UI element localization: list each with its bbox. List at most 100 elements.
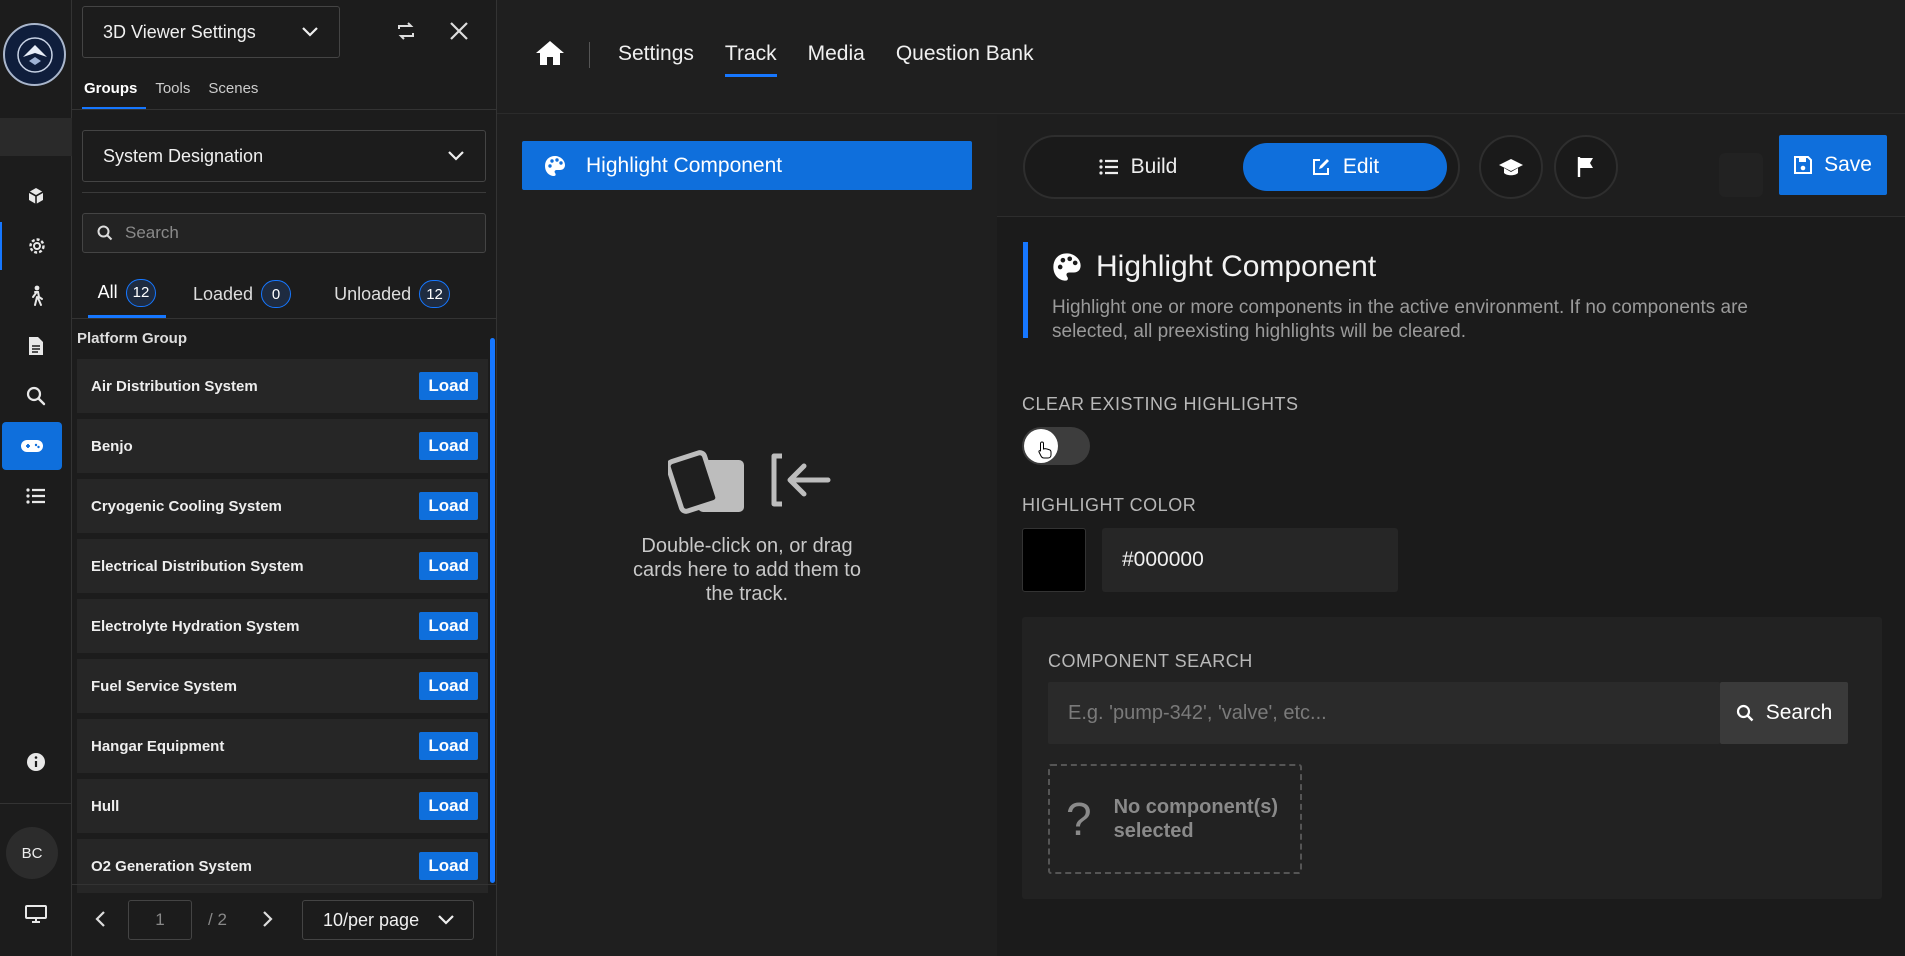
hand-cursor-icon bbox=[1038, 441, 1052, 459]
next-page-icon[interactable] bbox=[262, 910, 274, 928]
nav-question-bank[interactable]: Question Bank bbox=[896, 42, 1034, 77]
list-item: Benjo Load bbox=[77, 419, 488, 473]
load-button[interactable]: Load bbox=[419, 372, 478, 400]
filter-tabs: All 12 Loaded 0 Unloaded 12 bbox=[72, 270, 497, 318]
item-label: O2 Generation System bbox=[91, 857, 252, 875]
color-hex-input[interactable]: #000000 bbox=[1102, 528, 1398, 592]
search-button-label: Search bbox=[1765, 701, 1833, 724]
avatar[interactable]: BC bbox=[6, 827, 58, 879]
panel-tabs: Groups Tools Scenes bbox=[82, 78, 267, 109]
nav-media[interactable]: Media bbox=[808, 42, 865, 77]
system-designation-dropdown[interactable]: System Designation bbox=[82, 130, 486, 182]
highlight-color-label: HIGHLIGHT COLOR bbox=[1022, 495, 1197, 515]
load-button[interactable]: Load bbox=[419, 672, 478, 700]
viewer-settings-dropdown[interactable]: 3D Viewer Settings bbox=[82, 6, 340, 58]
item-label: Electrical Distribution System bbox=[91, 557, 304, 575]
count-badge: 12 bbox=[419, 280, 450, 308]
list-item: Cryogenic Cooling System Load bbox=[77, 479, 488, 533]
system-list: Air Distribution System Load Benjo Load Cr… bbox=[77, 359, 488, 899]
group-title: Platform Group bbox=[77, 330, 188, 347]
refresh-icon[interactable] bbox=[389, 14, 423, 48]
load-button[interactable]: Load bbox=[419, 852, 478, 880]
tab-scenes[interactable]: Scenes bbox=[199, 78, 267, 109]
top-navigation: Settings Track Media Question Bank bbox=[497, 0, 1905, 114]
nav-divider bbox=[589, 42, 590, 68]
load-button[interactable]: Load bbox=[419, 552, 478, 580]
filter-tab-unloaded[interactable]: Unloaded 12 bbox=[318, 270, 466, 318]
list-item: Electrolyte Hydration System Load bbox=[77, 599, 488, 653]
item-label: Electrolyte Hydration System bbox=[91, 617, 300, 635]
per-page-label: 10/per page bbox=[323, 909, 420, 930]
filter-tab-label: All bbox=[97, 282, 118, 302]
rail-band bbox=[0, 118, 72, 156]
page-total: / 2 bbox=[208, 910, 227, 929]
prev-page-icon[interactable] bbox=[94, 910, 106, 928]
filter-tab-loaded[interactable]: Loaded 0 bbox=[166, 270, 318, 318]
item-label: Benjo bbox=[91, 437, 133, 455]
card-label: Highlight Component bbox=[586, 153, 783, 177]
home-icon[interactable] bbox=[535, 40, 565, 66]
document-icon[interactable] bbox=[0, 322, 72, 370]
search-icon bbox=[1736, 704, 1754, 722]
divider bbox=[72, 318, 497, 319]
highlight-component-card[interactable]: Highlight Component bbox=[522, 141, 972, 190]
edit-icon bbox=[1312, 159, 1329, 175]
list-icon bbox=[1099, 159, 1118, 175]
list-scrollbar[interactable] bbox=[490, 338, 495, 883]
search-placeholder: E.g. 'pump-342', 'valve', etc... bbox=[1068, 701, 1327, 724]
nav-settings[interactable]: Settings bbox=[618, 42, 694, 77]
graduation-cap-icon[interactable] bbox=[1479, 135, 1543, 199]
question-mark-icon: ? bbox=[1066, 793, 1092, 845]
component-search-button[interactable]: Search bbox=[1720, 682, 1848, 744]
color-swatch[interactable] bbox=[1022, 528, 1086, 592]
list-item: Hangar Equipment Load bbox=[77, 719, 488, 773]
group-search-input[interactable]: Search bbox=[82, 213, 486, 253]
save-button[interactable]: Save bbox=[1779, 135, 1887, 195]
close-icon[interactable] bbox=[442, 14, 476, 48]
section-description: Highlight one or more components in the … bbox=[1052, 297, 1748, 342]
flag-icon[interactable] bbox=[1554, 135, 1618, 199]
monitor-icon[interactable] bbox=[0, 890, 72, 938]
component-search-input[interactable]: E.g. 'pump-342', 'valve', etc... bbox=[1048, 682, 1720, 744]
list-item: Air Distribution System Load bbox=[77, 359, 488, 413]
gear-icon[interactable] bbox=[0, 222, 72, 270]
per-page-select[interactable]: 10/per page bbox=[302, 900, 474, 940]
nav-links: Settings Track Media Question Bank bbox=[618, 42, 1034, 77]
floppy-icon bbox=[1794, 156, 1813, 174]
load-button[interactable]: Load bbox=[419, 792, 478, 820]
load-button[interactable]: Load bbox=[419, 432, 478, 460]
nav-track[interactable]: Track bbox=[724, 42, 777, 77]
gamepad-icon[interactable] bbox=[2, 422, 62, 470]
save-label: Save bbox=[1824, 153, 1872, 176]
load-button[interactable]: Load bbox=[419, 492, 478, 520]
filter-tab-label: Unloaded bbox=[334, 283, 412, 304]
chevron-down-icon bbox=[302, 27, 318, 37]
drop-hint: Double-click on, or drag cards here to a… bbox=[633, 535, 861, 605]
editor-toolbar: Build Edit Save bbox=[997, 115, 1905, 217]
edit-button[interactable]: Edit bbox=[1243, 143, 1447, 191]
editor-panel: Build Edit Save Highlight Component High… bbox=[997, 115, 1905, 956]
track-drop-zone[interactable]: Double-click on, or drag cards here to a… bbox=[497, 450, 997, 606]
mode-toggle: Build Edit bbox=[1023, 135, 1460, 199]
filter-tab-all[interactable]: All 12 bbox=[88, 270, 166, 318]
list-item: Electrical Distribution System Load bbox=[77, 539, 488, 593]
info-icon[interactable] bbox=[0, 738, 72, 786]
clear-highlights-toggle[interactable] bbox=[1022, 427, 1090, 465]
load-button[interactable]: Load bbox=[419, 612, 478, 640]
tab-groups[interactable]: Groups bbox=[82, 78, 147, 109]
list-item: Hull Load bbox=[77, 779, 488, 833]
logo-icon[interactable] bbox=[3, 23, 66, 86]
search-icon[interactable] bbox=[0, 372, 72, 420]
section-header: Highlight Component Highlight one or mor… bbox=[1023, 242, 1883, 342]
load-button[interactable]: Load bbox=[419, 732, 478, 760]
walking-person-icon[interactable] bbox=[0, 272, 72, 320]
page-number-input[interactable]: 1 bbox=[128, 900, 192, 940]
no-component-placeholder: ? No component(s) selected bbox=[1048, 764, 1302, 874]
item-label: Hull bbox=[91, 797, 120, 815]
tab-tools[interactable]: Tools bbox=[146, 78, 199, 109]
build-button[interactable]: Build bbox=[1033, 143, 1243, 191]
palette-icon bbox=[545, 155, 565, 176]
list-icon[interactable] bbox=[0, 472, 72, 520]
count-badge: 12 bbox=[125, 278, 157, 307]
cube-icon[interactable] bbox=[0, 172, 72, 220]
